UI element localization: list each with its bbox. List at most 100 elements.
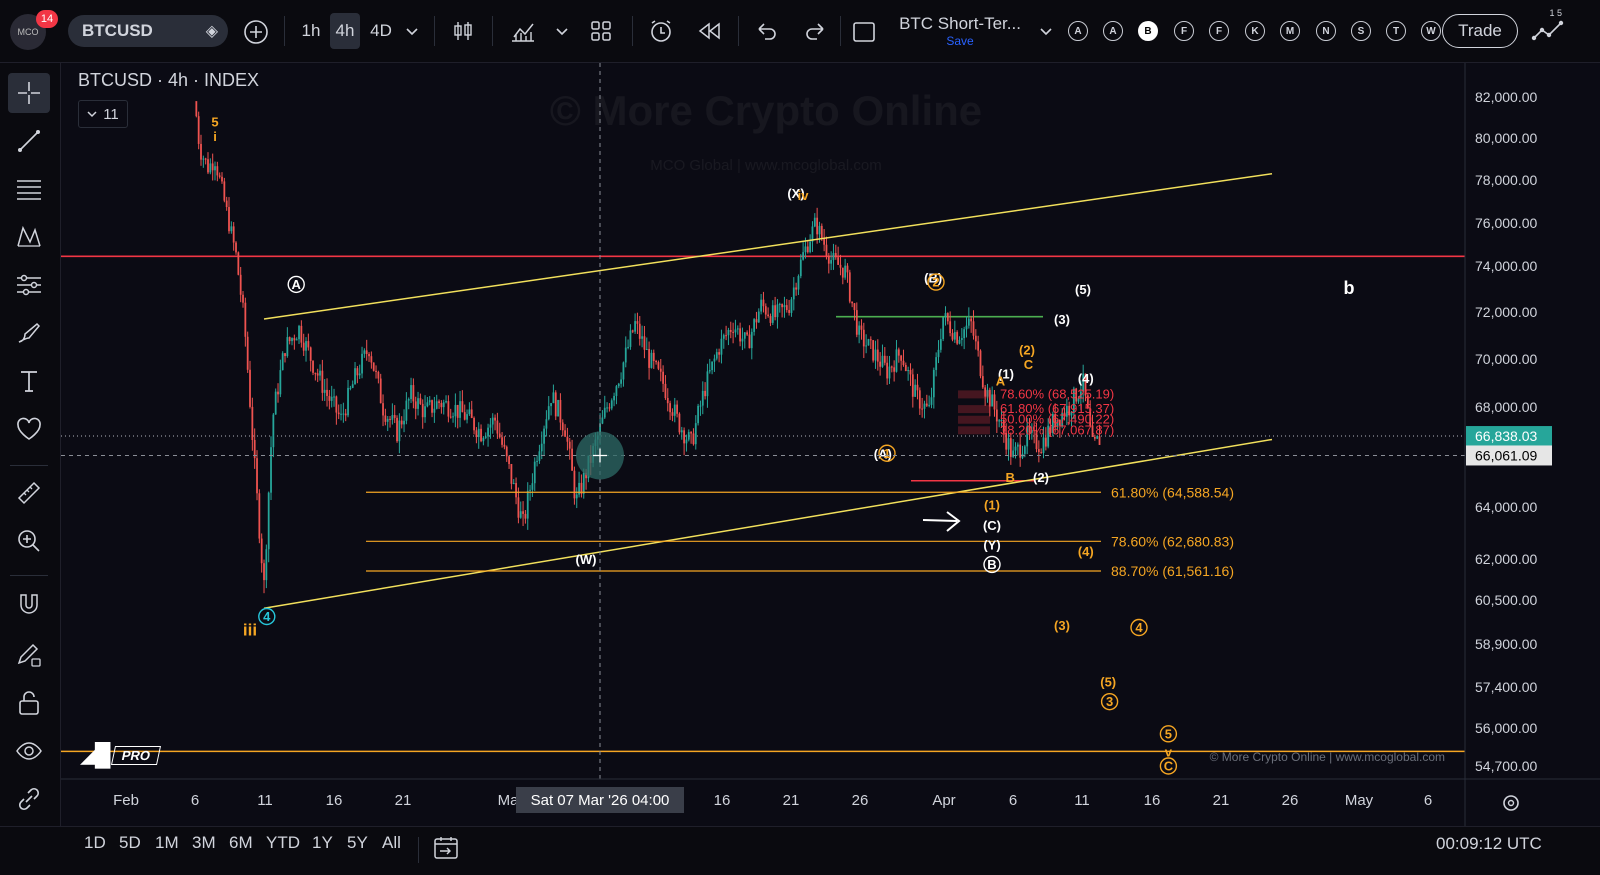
forecast-tool[interactable]: [8, 265, 50, 305]
range-5d[interactable]: 5D: [119, 833, 141, 853]
interval-4h[interactable]: 4h: [330, 13, 360, 49]
letter-button-k[interactable]: K: [1245, 21, 1265, 41]
indicators-dropdown[interactable]: [552, 18, 572, 46]
range-6m[interactable]: 6M: [229, 833, 253, 853]
square-icon: [853, 22, 875, 42]
candle-body: [722, 335, 725, 339]
lock-tool[interactable]: [8, 683, 50, 723]
letter-button-a2[interactable]: A: [1103, 21, 1123, 41]
candle-body: [1098, 436, 1101, 445]
letter-button-f[interactable]: F: [1174, 21, 1194, 41]
zoom-tool[interactable]: [8, 521, 50, 561]
chart-type-button[interactable]: [448, 16, 478, 46]
letter-button-b[interactable]: B: [1138, 21, 1158, 41]
wave-label-20: (2): [1033, 470, 1049, 485]
utc-clock[interactable]: 00:09:12 UTC: [1436, 834, 1542, 854]
fib-box-5: [958, 415, 990, 424]
candle-body: [482, 437, 485, 442]
letter-button-n[interactable]: N: [1316, 21, 1336, 41]
candle-body: [305, 341, 307, 351]
candle-body: [631, 330, 634, 332]
wave-label-21: (1): [984, 498, 1000, 513]
letter-button-t[interactable]: T: [1386, 21, 1406, 41]
wave-label-33: b: [1344, 278, 1355, 298]
candle-body: [398, 420, 401, 442]
fib-label-3: 78.60% (68,525.19): [1000, 386, 1114, 401]
badge-count: 14: [40, 13, 54, 25]
range-5y[interactable]: 5Y: [347, 833, 368, 853]
letter-label: F: [1215, 25, 1223, 37]
add-symbol-button[interactable]: [242, 18, 270, 46]
drawing-path-icon: [1531, 20, 1564, 41]
letter-button-m[interactable]: M: [1280, 21, 1300, 41]
visibility-tool[interactable]: [8, 731, 50, 771]
alert-button[interactable]: [646, 16, 676, 46]
candle-body: [475, 430, 478, 438]
ruler-tool[interactable]: [8, 473, 50, 513]
range-1y[interactable]: 1Y: [312, 833, 333, 853]
trade-button[interactable]: Trade: [1442, 14, 1518, 48]
favorite-tool[interactable]: [8, 409, 50, 449]
candle-body: [718, 352, 721, 355]
drawings-menu-button[interactable]: 1 5: [1528, 8, 1568, 48]
pattern-tool[interactable]: [8, 217, 50, 257]
symbol-search[interactable]: BTCUSD ◈: [68, 15, 228, 47]
candle-body: [797, 276, 800, 290]
magnet-icon: [20, 594, 38, 614]
candle-body: [788, 310, 791, 313]
range-ytd[interactable]: YTD: [266, 833, 300, 853]
undo-button[interactable]: [752, 16, 782, 46]
candle-body: [340, 413, 342, 415]
candle-body: [209, 163, 212, 173]
layout-dropdown[interactable]: [1036, 18, 1056, 46]
range-3m[interactable]: 3M: [192, 833, 216, 853]
crosshair-date-text: Sat 07 Mar '26 04:00: [531, 792, 670, 809]
save-link[interactable]: Save: [946, 34, 973, 48]
candle-body: [277, 391, 279, 395]
candle-body: [965, 325, 968, 330]
wave-label-1: i: [213, 129, 217, 144]
link-tool[interactable]: [8, 779, 50, 819]
layouts-button[interactable]: [586, 16, 616, 46]
interval-1h[interactable]: 1h: [296, 16, 326, 46]
range-1d[interactable]: 1D: [84, 833, 106, 853]
fib-tool[interactable]: [8, 169, 50, 209]
interval-dropdown[interactable]: [402, 18, 422, 46]
fullscreen-checkbox[interactable]: [850, 18, 878, 46]
interval-4d[interactable]: 4D: [366, 16, 396, 46]
indicators-button[interactable]: [508, 16, 538, 46]
price-chart[interactable]: © More Crypto Online MCO Global | www.mco…: [61, 63, 1600, 826]
brush-tool[interactable]: [8, 313, 50, 353]
candle-body: [263, 563, 265, 581]
letter-button-a[interactable]: A: [1068, 21, 1088, 41]
layout-name-label: BTC Short-Ter...: [899, 14, 1021, 33]
trendline-tool[interactable]: [8, 121, 50, 161]
candle-body: [438, 401, 440, 404]
candle-body: [316, 373, 319, 376]
goto-date-button[interactable]: [432, 835, 460, 864]
indicator-collapse-button[interactable]: 11: [78, 100, 128, 128]
letter-button-f2[interactable]: F: [1209, 21, 1229, 41]
candle-body: [925, 403, 928, 406]
time-tick-8: 26: [852, 792, 869, 809]
replay-button[interactable]: [694, 16, 724, 46]
letter-label: T: [1392, 25, 1400, 37]
letter-button-s[interactable]: S: [1351, 21, 1371, 41]
text-tool[interactable]: [8, 361, 50, 401]
candle-body: [886, 362, 889, 379]
magnet-tool[interactable]: [8, 585, 50, 625]
candle-body: [669, 403, 671, 413]
layout-name[interactable]: BTC Short-Ter... Save: [890, 10, 1030, 52]
crosshair-tool[interactable]: [8, 73, 50, 113]
range-all[interactable]: All: [382, 833, 401, 853]
letter-button-w[interactable]: W: [1421, 21, 1441, 41]
candle-body: [375, 370, 377, 372]
range-1m[interactable]: 1M: [155, 833, 179, 853]
candle-body: [937, 349, 940, 358]
grid-icon: [591, 21, 611, 41]
redo-button[interactable]: [800, 16, 830, 46]
candle-body: [601, 417, 604, 424]
drawing-mode-tool[interactable]: [8, 635, 50, 675]
candle-body: [491, 417, 494, 425]
chevron-down-icon: [1040, 28, 1052, 36]
